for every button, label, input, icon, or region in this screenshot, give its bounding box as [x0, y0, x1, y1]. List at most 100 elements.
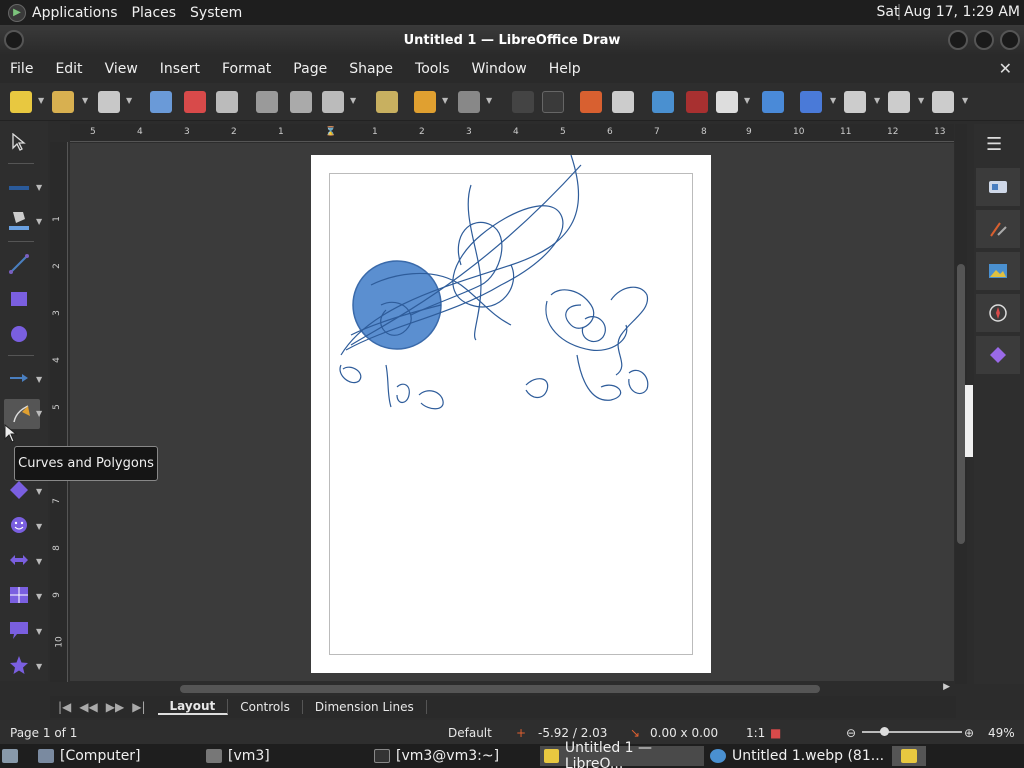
symbol-shapes-icon[interactable] — [8, 514, 30, 536]
rectangle-toolbar-icon[interactable] — [612, 91, 634, 113]
horizontal-scrollbar-thumb[interactable] — [180, 685, 820, 693]
image-icon[interactable] — [652, 91, 674, 113]
task-terminal[interactable]: [vm3@vm3:~] — [374, 746, 499, 766]
zoom-pan-icon[interactable] — [580, 91, 602, 113]
copy-icon[interactable] — [290, 91, 312, 113]
properties-deck-icon[interactable] — [976, 168, 1020, 206]
paste-icon[interactable] — [322, 91, 344, 113]
workspace-switcher[interactable] — [892, 746, 926, 766]
menu-file[interactable]: File — [10, 61, 33, 77]
block-arrows-icon[interactable] — [8, 549, 30, 571]
menu-insert[interactable]: Insert — [160, 61, 200, 77]
arrow-line-dropdown-icon[interactable]: ▼ — [36, 375, 42, 384]
close-window-button[interactable] — [1000, 30, 1020, 50]
task-computer[interactable]: [Computer] — [38, 746, 141, 766]
panel-clock[interactable]: Sat Aug 17, 1:29 AM — [877, 4, 1020, 20]
clone-formatting-icon[interactable] — [376, 91, 398, 113]
task-libreoffice-draw[interactable]: Untitled 1 — LibreO... — [540, 740, 704, 768]
first-tab-icon[interactable]: |◀ — [58, 700, 71, 714]
menu-edit[interactable]: Edit — [55, 61, 82, 77]
zoom-in-icon[interactable]: ⊕ — [964, 726, 974, 740]
menu-window[interactable]: Window — [472, 61, 527, 77]
paste-dropdown-icon[interactable]: ▼ — [350, 96, 356, 105]
line-color-icon[interactable] — [8, 177, 30, 199]
grid-icon[interactable] — [512, 91, 534, 113]
open-icon[interactable] — [52, 91, 74, 113]
special-character-icon[interactable] — [716, 91, 738, 113]
new-icon[interactable] — [10, 91, 32, 113]
fontwork-icon[interactable] — [686, 91, 708, 113]
close-document-icon[interactable]: ✕ — [999, 59, 1012, 78]
flowchart-dropdown-icon[interactable]: ▼ — [36, 592, 42, 601]
horizontal-scrollbar[interactable]: ▶ — [50, 682, 956, 696]
vertical-scrollbar-thumb[interactable] — [957, 264, 965, 544]
zoom-slider-handle[interactable] — [880, 727, 889, 736]
menu-format[interactable]: Format — [222, 61, 271, 77]
gallery-deck-icon[interactable] — [976, 252, 1020, 290]
menu-page[interactable]: Page — [293, 61, 327, 77]
last-tab-icon[interactable]: ▶| — [132, 700, 145, 714]
stars-dropdown-icon[interactable]: ▼ — [36, 662, 42, 671]
page-indicator[interactable]: Page 1 of 1 — [10, 726, 77, 740]
next-tab-icon[interactable]: ▶▶ — [106, 700, 124, 714]
shapes-deck-icon[interactable] — [976, 336, 1020, 374]
draw-page[interactable] — [311, 155, 711, 673]
tab-layout[interactable]: Layout — [157, 699, 229, 715]
vertical-ruler[interactable]: 1 2 3 4 5 6 7 8 9 10 — [50, 142, 68, 682]
window-titlebar[interactable]: Untitled 1 — LibreOffice Draw — [0, 25, 1024, 55]
panel-menu-applications[interactable]: Applications — [32, 5, 118, 21]
previous-tab-icon[interactable]: ◀◀ — [79, 700, 97, 714]
task-vm3-folder[interactable]: [vm3] — [206, 746, 270, 766]
horizontal-ruler[interactable]: 5 4 3 2 1 ⌛ 1 2 3 4 5 6 7 8 9 10 11 12 1… — [70, 124, 954, 142]
transform-dropdown-icon[interactable]: ▼ — [830, 96, 836, 105]
menu-shape[interactable]: Shape — [349, 61, 393, 77]
callouts-dropdown-icon[interactable]: ▼ — [36, 627, 42, 636]
text-icon[interactable] — [762, 91, 784, 113]
align-dropdown-icon[interactable]: ▼ — [874, 96, 880, 105]
panel-menu-system[interactable]: System — [190, 5, 242, 21]
styles-deck-icon[interactable] — [976, 210, 1020, 248]
navigator-deck-icon[interactable] — [976, 294, 1020, 332]
menu-tools[interactable]: Tools — [415, 61, 450, 77]
sidebar-menu-icon[interactable]: ☰ — [986, 134, 1002, 155]
maximize-button[interactable] — [974, 30, 994, 50]
line-color-dropdown-icon[interactable]: ▼ — [36, 183, 42, 192]
basic-shapes-dropdown-icon[interactable]: ▼ — [36, 487, 42, 496]
symbol-shapes-dropdown-icon[interactable]: ▼ — [36, 522, 42, 531]
ruler-left-margin-marker[interactable]: ⌛ — [325, 127, 336, 137]
arrange-dropdown-icon[interactable]: ▼ — [918, 96, 924, 105]
callouts-icon[interactable] — [8, 619, 30, 641]
basic-shapes-icon[interactable] — [8, 479, 30, 501]
undo-dropdown-icon[interactable]: ▼ — [442, 96, 448, 105]
line-tool-icon[interactable] — [8, 253, 30, 275]
rectangle-tool-icon[interactable] — [8, 288, 30, 310]
arrow-line-tool-icon[interactable] — [8, 367, 30, 389]
new-dropdown-icon[interactable]: ▼ — [38, 96, 44, 105]
block-arrows-dropdown-icon[interactable]: ▼ — [36, 557, 42, 566]
sidebar-collapse-handle[interactable] — [965, 385, 973, 457]
save-dropdown-icon[interactable]: ▼ — [126, 96, 132, 105]
zoom-out-icon[interactable]: ⊖ — [846, 726, 856, 740]
zoom-slider[interactable] — [862, 731, 962, 733]
redo-dropdown-icon[interactable]: ▼ — [486, 96, 492, 105]
arrange-icon[interactable] — [888, 91, 910, 113]
transform-icon[interactable] — [800, 91, 822, 113]
tab-controls[interactable]: Controls — [228, 700, 303, 714]
helplines-icon[interactable] — [542, 91, 564, 113]
panel-menu-places[interactable]: Places — [132, 5, 177, 21]
export-icon[interactable] — [150, 91, 172, 113]
scroll-right-icon[interactable]: ▶ — [943, 682, 950, 692]
show-desktop-icon[interactable] — [2, 746, 18, 766]
tab-dimension-lines[interactable]: Dimension Lines — [303, 700, 427, 714]
distribute-icon[interactable] — [932, 91, 954, 113]
window-menu-button[interactable] — [4, 30, 24, 50]
menu-help[interactable]: Help — [549, 61, 581, 77]
open-dropdown-icon[interactable]: ▼ — [82, 96, 88, 105]
minimize-button[interactable] — [948, 30, 968, 50]
cut-icon[interactable] — [256, 91, 278, 113]
menu-view[interactable]: View — [105, 61, 138, 77]
special-character-dropdown-icon[interactable]: ▼ — [744, 96, 750, 105]
undo-icon[interactable] — [414, 91, 436, 113]
task-image-viewer[interactable]: Untitled 1.webp (81... — [710, 746, 884, 766]
curves-polygons-dropdown-icon[interactable]: ▼ — [36, 409, 42, 418]
